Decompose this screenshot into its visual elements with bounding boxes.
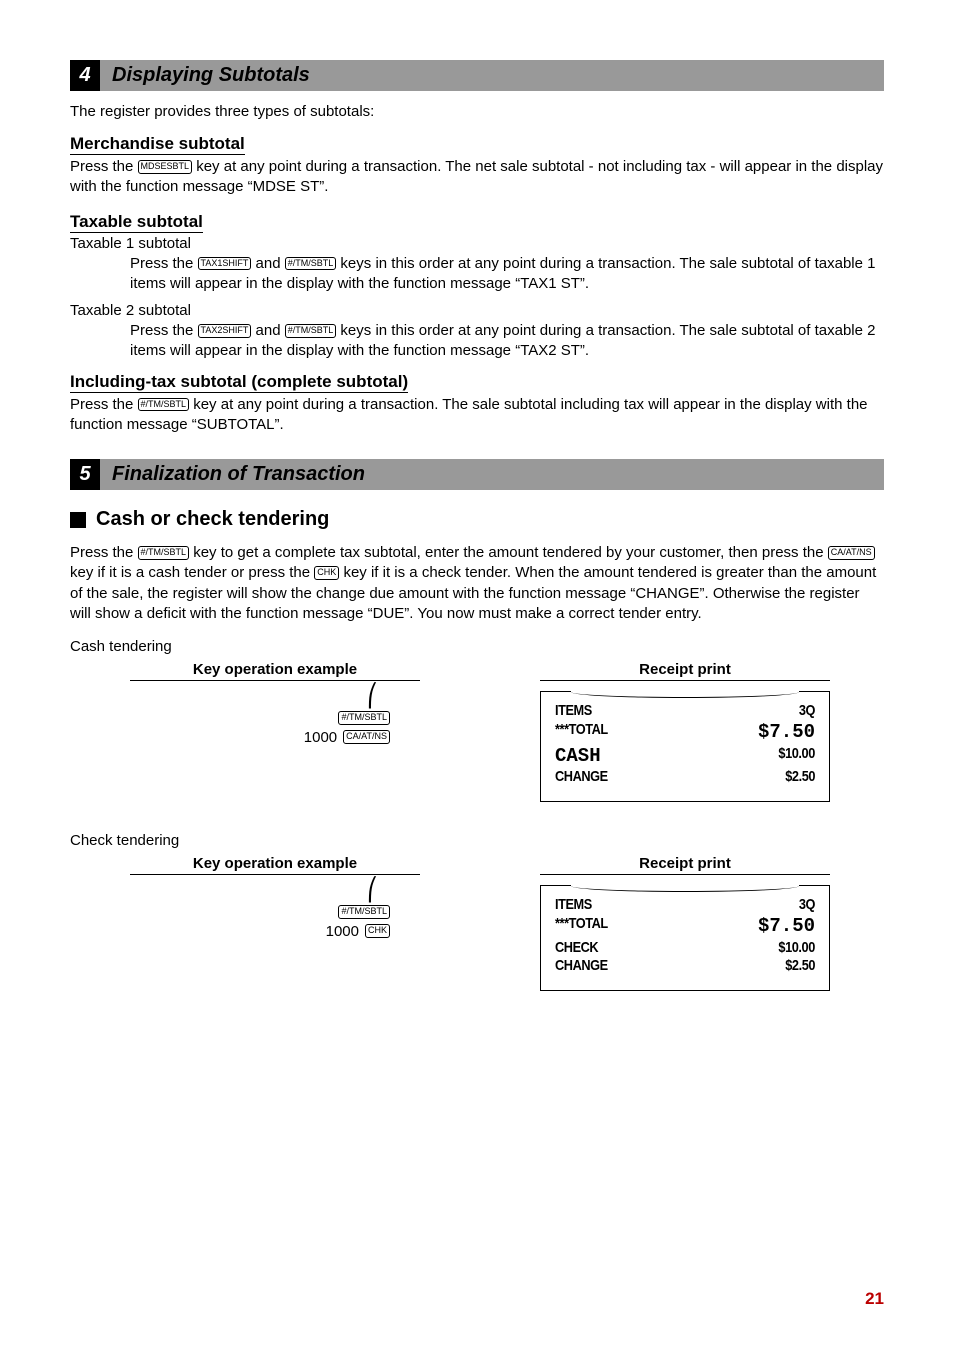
cash-receipt-column: Receipt print ITEMS 3Q ***TOTAL $7.50 CA… [540,661,830,802]
cash-tendering-example: Key operation example ⎛ #/TM/SBTL 1000 C… [130,661,884,802]
merchandise-subtotal-heading: Merchandise subtotal [70,134,245,155]
text: key at any point during a transaction. T… [70,396,868,433]
text: Press the [130,255,198,272]
check-tendering-example: Key operation example ⎛ #/TM/SBTL 1000 C… [130,855,884,991]
cash-check-tendering-body: Press the #/TM/SBTL key to get a complet… [70,543,884,624]
tax1shift-key-icon: TAX1SHIFT [198,257,252,271]
check-keyop-column: Key operation example ⎛ #/TM/SBTL 1000 C… [130,855,420,991]
chk-key-icon: CHK [365,924,390,938]
receipt-total-value: $7.50 [758,915,815,939]
cash-keyop-column: Key operation example ⎛ #/TM/SBTL 1000 C… [130,661,420,802]
text: Press the [70,396,138,413]
page-number: 21 [865,1289,884,1309]
receipt-check-value: $10.00 [779,939,815,958]
receipt-items-value: 3Q [799,896,815,915]
receipt-change-label: CHANGE [555,768,608,787]
text: key to get a complete tax subtotal, ente… [189,544,828,561]
receipt-cash-label: CASH [555,745,601,769]
text: Press the [70,158,138,175]
keyop-row: 1000 CHK [326,923,390,940]
section-4-title: Displaying Subtotals [100,60,884,91]
section-4-header: 4 Displaying Subtotals [70,60,884,91]
receipt-items-value: 3Q [799,702,815,721]
cash-receipt: ITEMS 3Q ***TOTAL $7.50 CASH $10.00 CHAN… [540,691,830,802]
tmsbtl-key-icon: #/TM/SBTL [285,257,337,271]
including-tax-body: Press the #/TM/SBTL key at any point dur… [70,395,884,436]
caatns-key-icon: CA/AT/NS [343,730,390,744]
text: Press the [130,322,198,339]
check-receipt: ITEMS 3Q ***TOTAL $7.50 CHECK $10.00 CHA… [540,885,830,991]
section-4-number: 4 [70,60,100,91]
mdsesbtl-key-icon: MDSESBTL [138,160,193,174]
tmsbtl-key-icon: #/TM/SBTL [338,905,390,919]
keyop-row: #/TM/SBTL [338,711,390,725]
cash-check-tendering-heading: Cash or check tendering [70,508,884,531]
tmsbtl-key-icon: #/TM/SBTL [285,324,337,338]
text: key if it is a cash tender or press the [70,564,314,581]
receipt-total-label: ***TOTAL [555,915,608,939]
text: and [251,255,284,272]
square-bullet-icon [70,512,86,528]
check-receipt-column: Receipt print ITEMS 3Q ***TOTAL $7.50 CH… [540,855,830,991]
keyop-header: Key operation example [130,855,420,875]
continuation-icon: ⎛ [367,885,390,905]
receipt-change-label: CHANGE [555,957,608,976]
taxable-2-body: Press the TAX2SHIFT and #/TM/SBTL keys i… [130,321,884,362]
amount: 1000 [326,923,359,940]
cash-keyop-sequence: ⎛ #/TM/SBTL 1000 CA/AT/NS [130,691,420,750]
continuation-icon: ⎛ [367,691,390,711]
section-5-header: 5 Finalization of Transaction [70,459,884,490]
receipt-change-value: $2.50 [785,768,815,787]
section-4-intro: The register provides three types of sub… [70,103,884,120]
taxable-1-label: Taxable 1 subtotal [70,235,884,252]
keyop-row: #/TM/SBTL [338,905,390,919]
receipt-change-value: $2.50 [785,957,815,976]
taxable-subtotal-heading: Taxable subtotal [70,212,203,233]
cash-tendering-label: Cash tendering [70,638,884,655]
tmsbtl-key-icon: #/TM/SBTL [138,398,190,412]
section-5-title: Finalization of Transaction [100,459,884,490]
text: and [251,322,284,339]
tax2shift-key-icon: TAX2SHIFT [198,324,252,338]
receipt-total-label: ***TOTAL [555,721,608,745]
receipt-header: Receipt print [540,661,830,681]
text: Press the [70,544,138,561]
merchandise-subtotal-body: Press the MDSESBTL key at any point duri… [70,157,884,198]
text: key at any point during a transaction. T… [70,158,883,195]
section-5-number: 5 [70,459,100,490]
receipt-items-label: ITEMS [555,896,592,915]
amount: 1000 [304,729,337,746]
chk-key-icon: CHK [314,566,339,580]
receipt-items-label: ITEMS [555,702,592,721]
taxable-2-label: Taxable 2 subtotal [70,302,884,319]
receipt-total-value: $7.50 [758,721,815,745]
including-tax-heading: Including-tax subtotal (complete subtota… [70,372,408,393]
check-keyop-sequence: ⎛ #/TM/SBTL 1000 CHK [130,885,420,944]
caatns-key-icon: CA/AT/NS [828,546,875,560]
receipt-cash-value: $10.00 [779,745,815,769]
keyop-header: Key operation example [130,661,420,681]
check-tendering-label: Check tendering [70,832,884,849]
tmsbtl-key-icon: #/TM/SBTL [138,546,190,560]
receipt-check-label: CHECK [555,939,598,958]
tmsbtl-key-icon: #/TM/SBTL [338,711,390,725]
taxable-1-body: Press the TAX1SHIFT and #/TM/SBTL keys i… [130,254,884,295]
subsection-title: Cash or check tendering [96,508,329,531]
keyop-row: 1000 CA/AT/NS [304,729,390,746]
receipt-header: Receipt print [540,855,830,875]
